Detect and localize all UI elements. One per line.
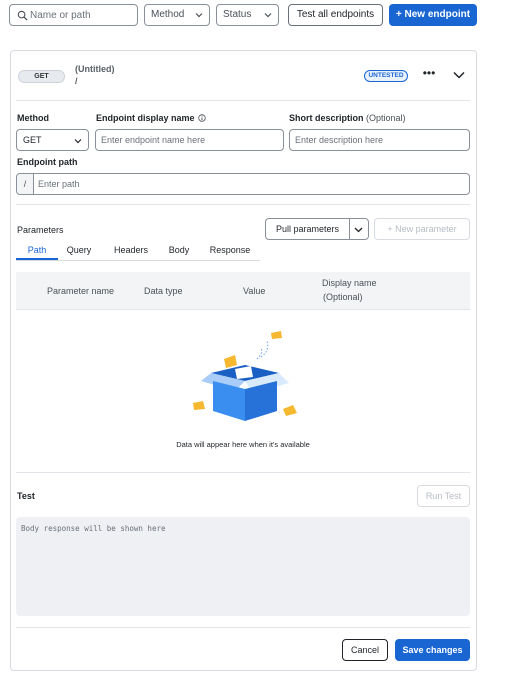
response-placeholder: Body response will be shown here: [21, 524, 166, 533]
method-badge: GET: [18, 70, 65, 83]
path-prefix: /: [17, 174, 34, 194]
divider: [16, 472, 470, 473]
search-field[interactable]: [9, 4, 138, 26]
new-endpoint-button[interactable]: + New endpoint: [389, 4, 477, 26]
short-description-field[interactable]: [289, 129, 470, 151]
method-filter-select[interactable]: Method: [144, 4, 210, 26]
search-input[interactable]: [30, 6, 134, 24]
method-filter-label: Method: [151, 9, 185, 20]
column-display-name: Display name: [322, 278, 377, 288]
search-icon: [17, 10, 28, 21]
endpoint-path-field[interactable]: /: [16, 173, 470, 195]
tab-response[interactable]: Response: [208, 245, 252, 255]
chevron-down-icon[interactable]: [452, 69, 466, 81]
divider: [16, 100, 470, 101]
save-changes-button[interactable]: Save changes: [395, 639, 470, 661]
run-test-button[interactable]: Run Test: [417, 485, 470, 507]
endpoint-card: GET (Untitled) / UNTESTED ••• Method GET…: [10, 50, 477, 671]
parameters-table-header: Parameter name Data type Value Display n…: [16, 272, 470, 310]
status-badge: UNTESTED: [364, 70, 408, 82]
parameter-tabs: Path Query Headers Body Response: [16, 243, 260, 261]
chevron-down-icon: [74, 139, 82, 144]
tab-headers[interactable]: Headers: [110, 245, 152, 255]
pull-parameters-button-group: Pull parameters: [265, 218, 369, 240]
short-description-input[interactable]: [295, 132, 465, 148]
short-description-label-text: Short description: [289, 113, 364, 123]
display-name-field[interactable]: [95, 129, 284, 151]
method-label: Method: [17, 113, 49, 123]
status-filter-select[interactable]: Status: [216, 4, 279, 26]
endpoint-path-input[interactable]: [38, 176, 458, 192]
chevron-down-icon[interactable]: [354, 225, 363, 234]
more-options-icon[interactable]: •••: [421, 67, 437, 83]
method-select-value: GET: [23, 135, 42, 145]
divider: [16, 627, 470, 628]
test-title: Test: [17, 491, 35, 501]
response-body-panel: Body response will be shown here: [16, 517, 470, 616]
info-icon[interactable]: [197, 114, 206, 122]
column-data-type: Data type: [144, 286, 183, 296]
status-filter-label: Status: [223, 9, 252, 20]
method-select[interactable]: GET: [16, 129, 89, 151]
chevron-down-icon: [195, 13, 203, 18]
chevron-down-icon: [264, 13, 272, 18]
toolbar: Method Status Test all endpoints + New e…: [9, 4, 479, 26]
empty-box-illustration: [193, 331, 297, 421]
endpoint-header[interactable]: GET (Untitled) / UNTESTED •••: [11, 51, 476, 101]
new-parameter-button[interactable]: + New parameter: [374, 218, 470, 240]
column-display-name-optional: (Optional): [323, 292, 363, 302]
divider: [16, 204, 470, 205]
optional-hint: (Optional): [366, 113, 406, 123]
empty-state-message: Data will appear here when it's availabl…: [176, 440, 310, 449]
display-name-label-text: Endpoint display name: [96, 113, 195, 123]
endpoint-path-field-label: Endpoint path: [17, 157, 78, 167]
active-tab-indicator: [16, 258, 58, 260]
display-name-label: Endpoint display name: [96, 113, 206, 123]
tab-query[interactable]: Query: [60, 245, 98, 255]
tab-path[interactable]: Path: [16, 245, 58, 255]
column-value: Value: [243, 286, 266, 296]
display-name-input[interactable]: [101, 132, 279, 148]
endpoint-path-label: /: [75, 76, 78, 86]
tab-body[interactable]: Body: [164, 245, 194, 255]
column-parameter-name: Parameter name: [47, 286, 115, 296]
endpoint-title: (Untitled): [75, 64, 115, 74]
parameters-title: Parameters: [17, 225, 64, 235]
test-all-endpoints-button[interactable]: Test all endpoints: [288, 4, 383, 26]
short-description-label: Short description (Optional): [289, 113, 406, 123]
cancel-button[interactable]: Cancel: [342, 639, 388, 661]
pull-parameters-button[interactable]: Pull parameters: [266, 219, 350, 239]
